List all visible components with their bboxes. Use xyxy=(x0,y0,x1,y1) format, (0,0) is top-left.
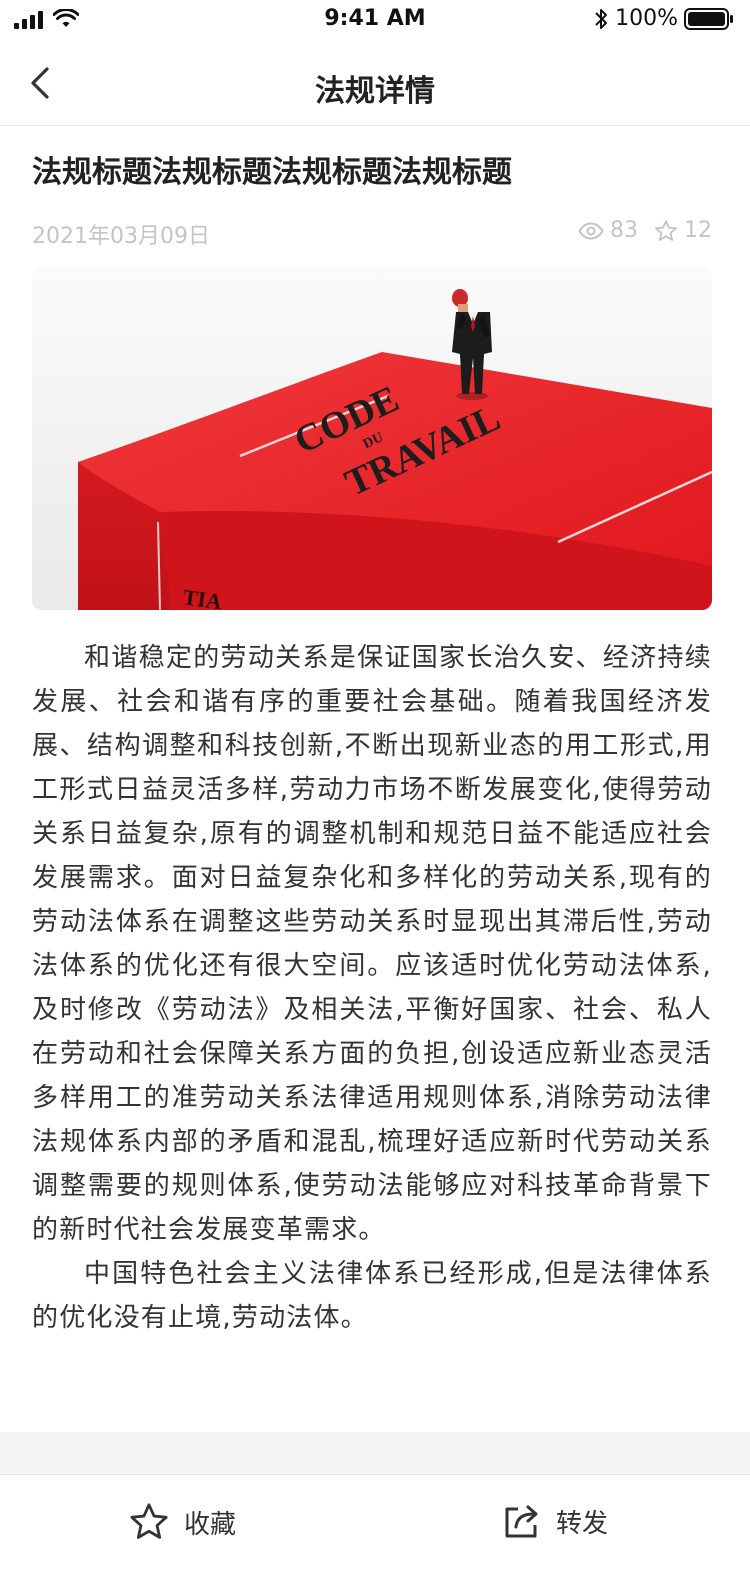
share-label: 转发 xyxy=(556,1508,609,1539)
code-du-travail-book-image: CODE DU TRAVAIL TIA xyxy=(32,266,712,610)
nav-bar: 法规详情 xyxy=(0,40,750,126)
bluetooth-icon xyxy=(595,8,608,29)
share-button[interactable]: 转发 xyxy=(502,1501,608,1541)
share-icon xyxy=(505,1505,538,1538)
battery-percentage: 100% xyxy=(615,6,678,31)
star-outline-icon xyxy=(130,1503,168,1539)
star-outline-icon xyxy=(655,219,677,241)
bottom-action-bar: 收藏 转发 xyxy=(0,1474,750,1580)
status-right: 100% xyxy=(593,6,734,31)
article-paragraph: 和谐稳定的劳动关系是保证国家长治久安、经济持续发展、社会和谐有序的重要社会基础。… xyxy=(32,643,712,1245)
battery-icon xyxy=(684,7,733,30)
article-body: 和谐稳定的劳动关系是保证国家长治久安、经济持续发展、社会和谐有序的重要社会基础。… xyxy=(32,636,712,1340)
article-meta: 2021年03月09日 83 12 xyxy=(32,216,712,250)
view-count-value: 83 xyxy=(610,218,638,243)
publish-date: 2021年03月09日 xyxy=(32,224,210,249)
favorite-count: 12 xyxy=(654,218,712,243)
svg-text:TIA: TIA xyxy=(181,584,223,610)
view-count: 83 xyxy=(578,218,638,243)
eye-icon xyxy=(578,221,604,240)
status-bar: 9:41 AM 100% xyxy=(0,0,750,40)
article-paragraph: 中国特色社会主义法律体系已经形成,但是法律体系的优化没有止境,劳动法体。 xyxy=(32,1259,712,1333)
article-image: CODE DU TRAVAIL TIA xyxy=(32,266,712,610)
article-title: 法规标题法规标题法规标题法规标题 xyxy=(32,155,512,190)
favorite-count-value: 12 xyxy=(684,218,712,243)
article-stats: 83 12 xyxy=(578,218,712,243)
content-end-divider xyxy=(0,1432,750,1474)
page-title: 法规详情 xyxy=(315,74,435,109)
favorite-button[interactable]: 收藏 xyxy=(128,1501,236,1543)
favorite-label: 收藏 xyxy=(184,1509,237,1540)
